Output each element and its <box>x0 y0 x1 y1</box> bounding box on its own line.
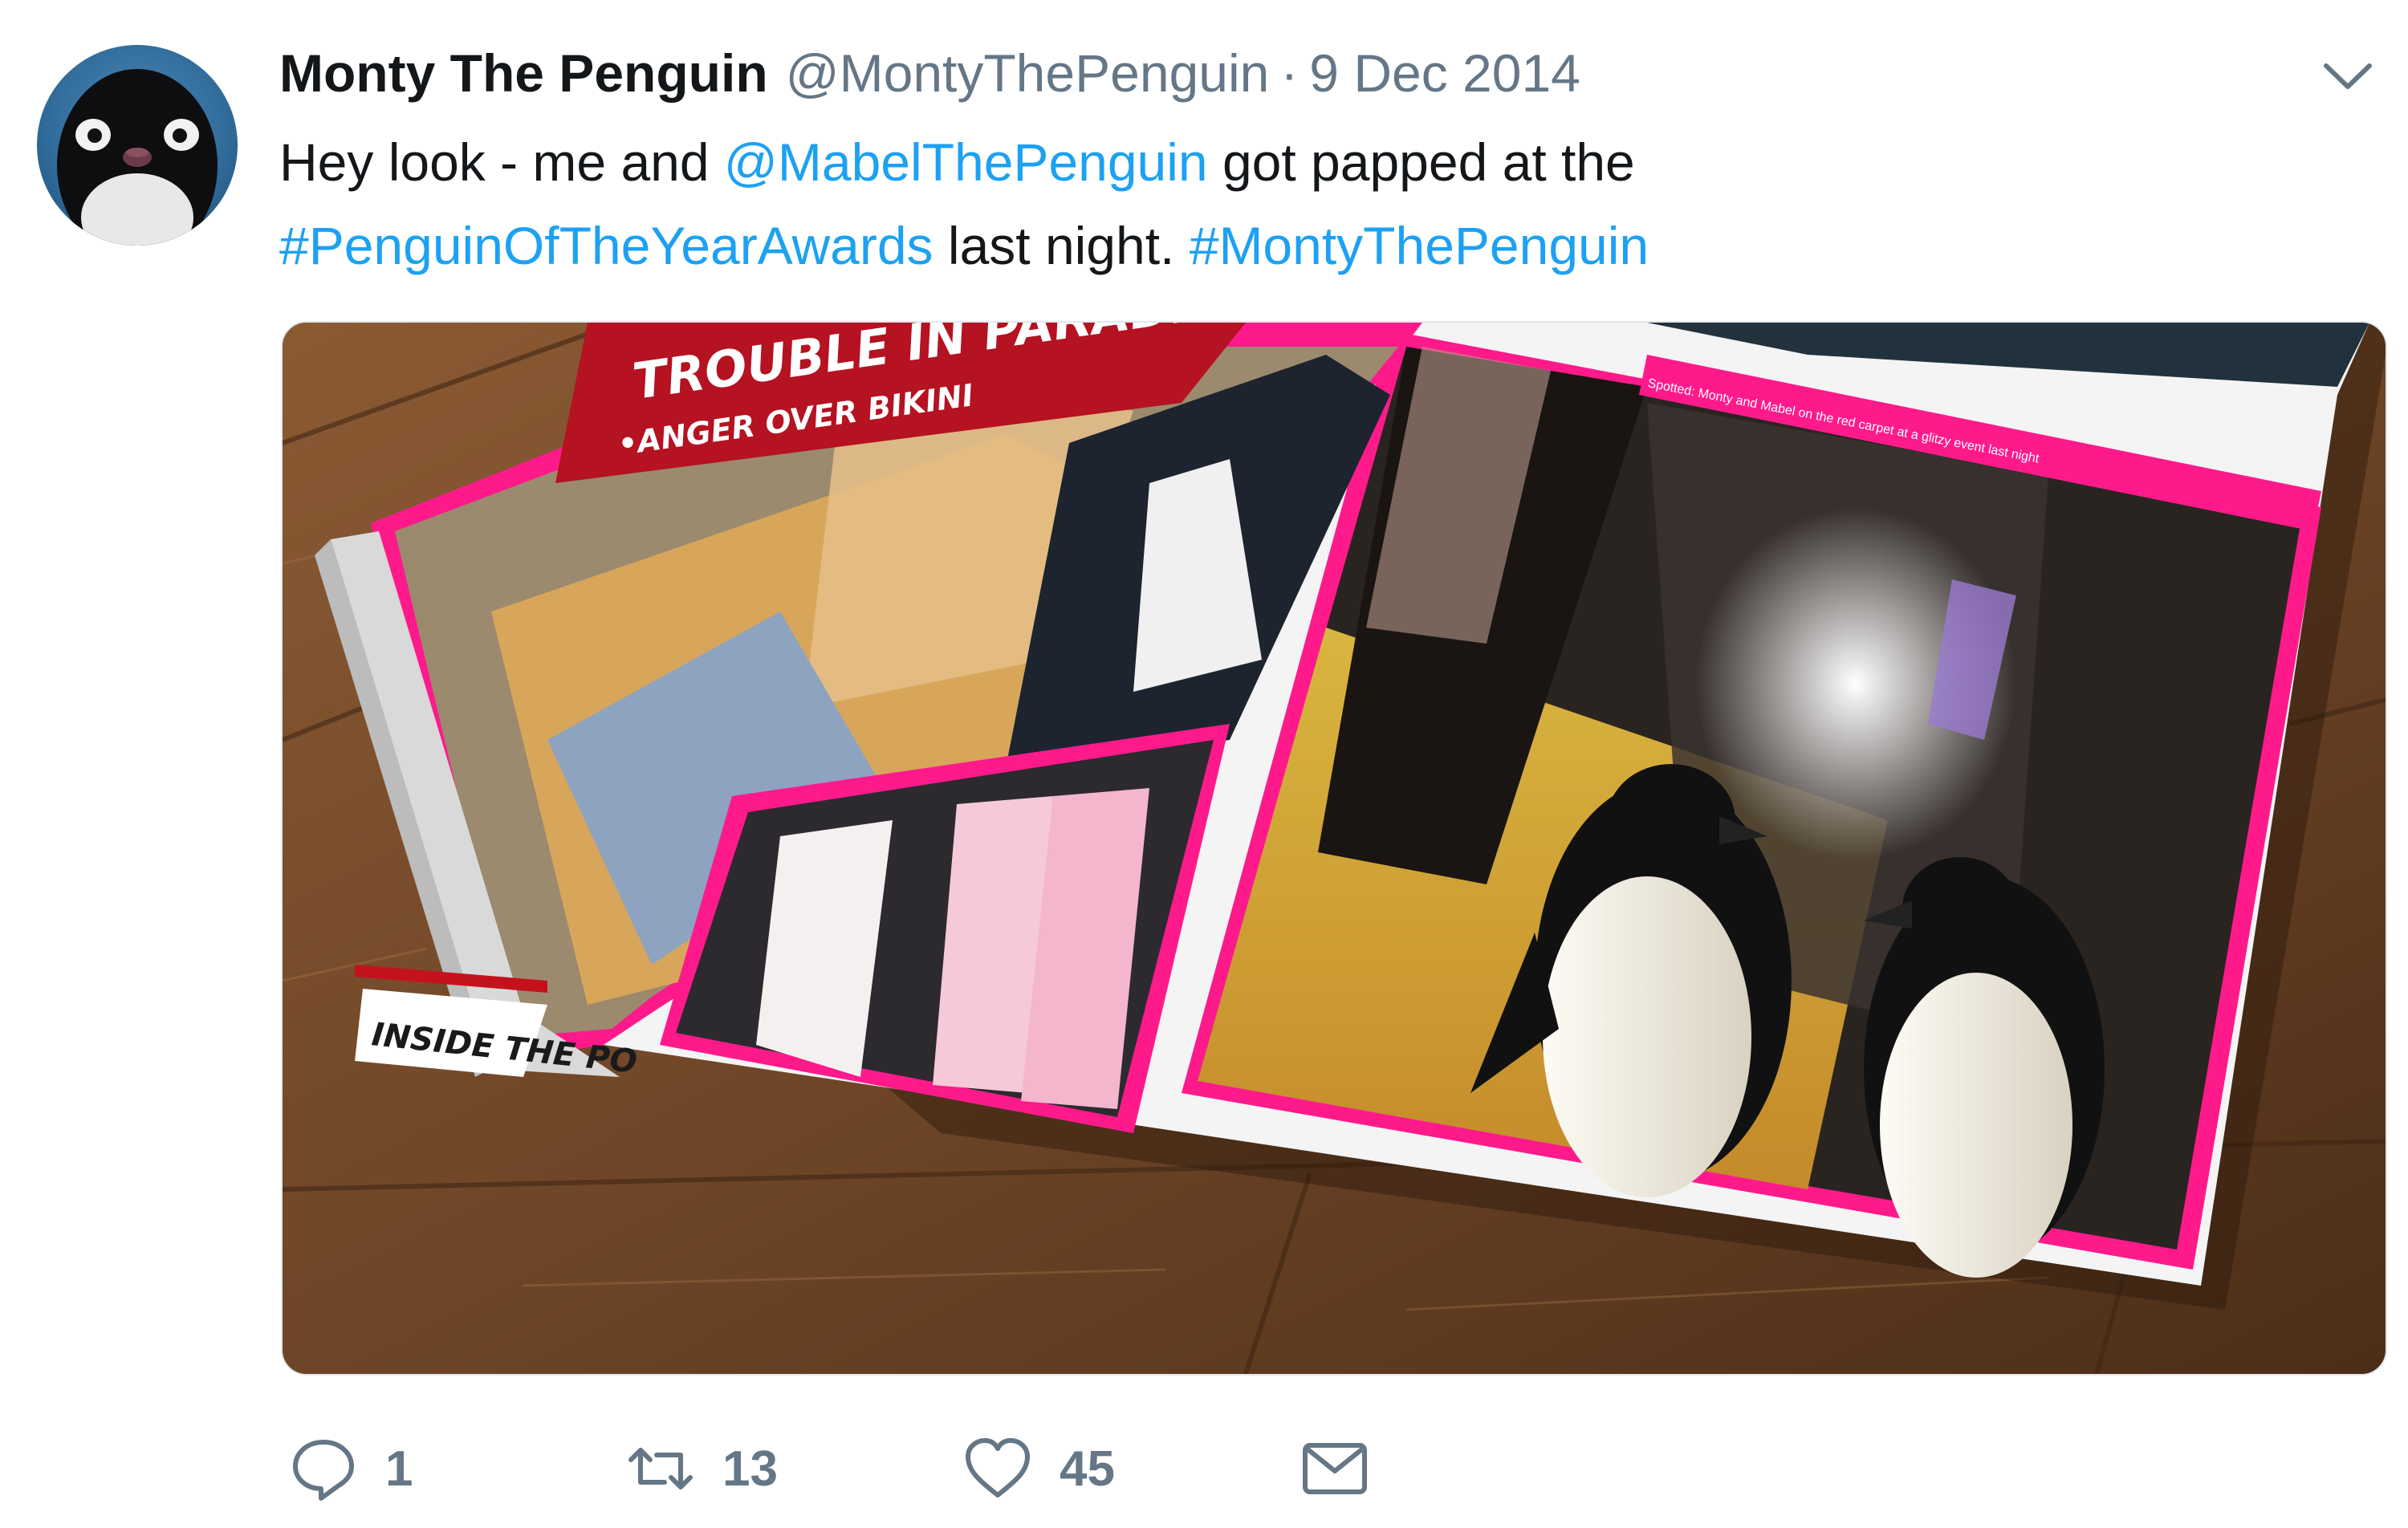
penguin-avatar-icon <box>57 69 218 246</box>
envelope-icon <box>1303 1443 1367 1494</box>
retweet-button[interactable]: 13 <box>626 1434 963 1503</box>
magazine-photo: TROUBLE IN PARADIS •ANGER OVER BIKINI IN… <box>283 323 2386 1374</box>
header-separator: · <box>1280 43 1299 103</box>
author-avatar[interactable] <box>37 45 238 246</box>
reply-button[interactable]: 1 <box>289 1434 626 1503</box>
chevron-down-icon <box>2324 63 2372 89</box>
tweet-date[interactable]: 9 Dec 2014 <box>1309 43 1580 104</box>
direct-message-button[interactable] <box>1300 1434 1369 1503</box>
tweet-text-part: got papped at the <box>1207 132 1635 192</box>
reply-count: 1 <box>385 1441 413 1497</box>
more-options-button[interactable] <box>2321 56 2374 96</box>
like-count: 45 <box>1060 1441 1115 1497</box>
author-handle[interactable]: @MontyThePenguin <box>786 43 1270 104</box>
tweet-text: Hey look - me and @MabelThePenguin got p… <box>279 120 2334 287</box>
tweet-text-part: Hey look - me and <box>279 132 724 192</box>
retweet-icon <box>628 1448 693 1489</box>
mention-link[interactable]: @MabelThePenguin <box>724 132 1208 192</box>
heart-icon <box>966 1438 1030 1498</box>
tweet-card: Monty The Penguin @MontyThePenguin · 9 D… <box>0 0 2408 1528</box>
hashtag-link[interactable]: #MontyThePenguin <box>1190 216 1649 275</box>
tweet-header: Monty The Penguin @MontyThePenguin · 9 D… <box>279 39 1580 108</box>
tweet-text-part: last night. <box>933 216 1190 275</box>
tweet-actions: 1 13 45 <box>289 1428 1369 1509</box>
reply-icon <box>293 1440 354 1501</box>
like-button[interactable]: 45 <box>963 1434 1300 1503</box>
tweet-media-image[interactable]: TROUBLE IN PARADIS •ANGER OVER BIKINI IN… <box>281 321 2387 1376</box>
hashtag-link[interactable]: #PenguinOfTheYearAwards <box>279 216 934 275</box>
retweet-count: 13 <box>722 1441 778 1497</box>
author-name[interactable]: Monty The Penguin <box>279 43 768 104</box>
